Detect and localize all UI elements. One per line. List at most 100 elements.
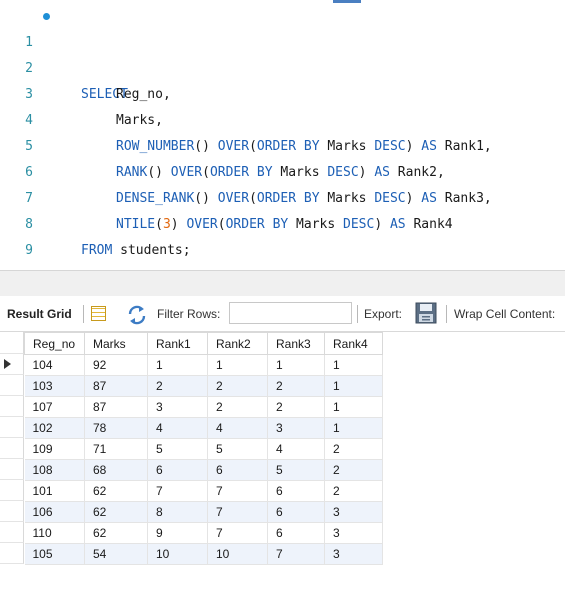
row-header[interactable] <box>0 543 24 564</box>
cell-rank1[interactable]: 4 <box>147 417 208 439</box>
cell-rank3[interactable]: 6 <box>267 501 325 523</box>
cell-marks[interactable]: 87 <box>84 396 148 418</box>
row-header[interactable] <box>0 480 24 501</box>
cell-rank4[interactable]: 3 <box>324 543 383 565</box>
cell-rank1[interactable]: 8 <box>147 501 208 523</box>
cell-rank1[interactable]: 9 <box>147 522 208 544</box>
column-header-rank2[interactable]: Rank2 <box>207 332 268 355</box>
cell-rank4[interactable]: 1 <box>324 354 383 376</box>
cell-rank2[interactable]: 7 <box>207 522 268 544</box>
cell-rank4[interactable]: 2 <box>324 438 383 460</box>
cell-rank1[interactable]: 10 <box>147 543 208 565</box>
cell-rank3[interactable]: 2 <box>267 396 325 418</box>
row-header[interactable] <box>0 375 24 396</box>
cell-rank2[interactable]: 1 <box>207 354 268 376</box>
table-row[interactable]: 104 92 1 1 1 1 <box>24 354 383 376</box>
table-row[interactable]: 109 71 5 5 4 2 <box>24 438 383 460</box>
column-header-rank3[interactable]: Rank3 <box>267 332 325 355</box>
cell-rank3[interactable]: 1 <box>267 354 325 376</box>
cell-reg-no[interactable]: 103 <box>24 375 85 397</box>
cell-reg-no[interactable]: 110 <box>24 522 85 544</box>
table-row[interactable]: 103 87 2 2 2 1 <box>24 375 383 397</box>
cell-marks[interactable]: 87 <box>84 375 148 397</box>
column-header-reg-no[interactable]: Reg_no <box>24 332 85 355</box>
cell-rank2[interactable]: 2 <box>207 396 268 418</box>
cell-rank1[interactable]: 2 <box>147 375 208 397</box>
table-row[interactable]: 101 62 7 7 6 2 <box>24 480 383 502</box>
cell-rank1[interactable]: 5 <box>147 438 208 460</box>
refresh-icon[interactable] <box>126 296 148 332</box>
column-header-rank4[interactable]: Rank4 <box>324 332 383 355</box>
table-row[interactable]: 105 54 10 10 7 3 <box>24 543 383 565</box>
column-header-rank1[interactable]: Rank1 <box>147 332 208 355</box>
code-line-8: 8 FROM students; <box>0 186 565 258</box>
grid-view-icon[interactable] <box>91 306 106 321</box>
cell-rank2[interactable]: 7 <box>207 480 268 502</box>
cell-rank3[interactable]: 4 <box>267 438 325 460</box>
cell-marks[interactable]: 92 <box>84 354 148 376</box>
cell-reg-no[interactable]: 109 <box>24 438 85 460</box>
results-table: Reg_no Marks Rank1 Rank2 Rank3 Rank4 104… <box>24 332 383 565</box>
cell-rank2[interactable]: 4 <box>207 417 268 439</box>
cell-rank1[interactable]: 6 <box>147 459 208 481</box>
cell-marks[interactable]: 68 <box>84 459 148 481</box>
cell-marks[interactable]: 62 <box>84 522 148 544</box>
row-header[interactable] <box>0 522 24 543</box>
cell-rank3[interactable]: 6 <box>267 522 325 544</box>
cell-rank4[interactable]: 1 <box>324 396 383 418</box>
cell-rank4[interactable]: 1 <box>324 375 383 397</box>
result-grid-tab[interactable]: Result Grid <box>7 296 72 332</box>
cell-rank3[interactable]: 3 <box>267 417 325 439</box>
cell-rank3[interactable]: 2 <box>267 375 325 397</box>
cell-rank2[interactable]: 10 <box>207 543 268 565</box>
cell-rank4[interactable]: 2 <box>324 480 383 502</box>
filter-rows-input[interactable] <box>229 302 352 324</box>
cell-rank4[interactable]: 3 <box>324 522 383 544</box>
cell-reg-no[interactable]: 101 <box>24 480 85 502</box>
cell-rank1[interactable]: 3 <box>147 396 208 418</box>
cell-rank2[interactable]: 5 <box>207 438 268 460</box>
cell-reg-no[interactable]: 107 <box>24 396 85 418</box>
row-header[interactable] <box>0 396 24 417</box>
table-row[interactable]: 110 62 9 7 6 3 <box>24 522 383 544</box>
table-row[interactable]: 108 68 6 6 5 2 <box>24 459 383 481</box>
cell-reg-no[interactable]: 104 <box>24 354 85 376</box>
panel-splitter[interactable] <box>0 270 565 296</box>
code-line-4: 4 ROW_NUMBER() OVER(ORDER BY Marks DESC)… <box>0 82 565 154</box>
sql-editor[interactable]: 1 SELECT 2 Reg_no, 3 Marks, 4 ROW_NUMBER… <box>0 0 565 284</box>
table-row[interactable]: 102 78 4 4 3 1 <box>24 417 383 439</box>
row-header-current[interactable] <box>0 354 24 375</box>
cell-marks[interactable]: 62 <box>84 501 148 523</box>
cell-reg-no[interactable]: 105 <box>24 543 85 565</box>
result-grid[interactable]: Reg_no Marks Rank1 Rank2 Rank3 Rank4 104… <box>0 332 565 602</box>
cell-marks[interactable]: 71 <box>84 438 148 460</box>
cell-rank2[interactable]: 6 <box>207 459 268 481</box>
row-header[interactable] <box>0 438 24 459</box>
cell-rank4[interactable]: 1 <box>324 417 383 439</box>
cell-rank3[interactable]: 7 <box>267 543 325 565</box>
table-row[interactable]: 106 62 8 7 6 3 <box>24 501 383 523</box>
code-line-10: 10 <box>0 238 565 284</box>
column-header-marks[interactable]: Marks <box>84 332 148 355</box>
code-line-5: 5 RANK() OVER(ORDER BY Marks DESC) AS Ra… <box>0 108 565 180</box>
row-header[interactable] <box>0 417 24 438</box>
table-row[interactable]: 107 87 3 2 2 1 <box>24 396 383 418</box>
cell-rank4[interactable]: 3 <box>324 501 383 523</box>
cell-reg-no[interactable]: 106 <box>24 501 85 523</box>
row-header[interactable] <box>0 501 24 522</box>
cell-marks[interactable]: 78 <box>84 417 148 439</box>
cell-reg-no[interactable]: 108 <box>24 459 85 481</box>
cell-marks[interactable]: 62 <box>84 480 148 502</box>
export-disk-icon[interactable] <box>415 302 437 324</box>
cell-rank2[interactable]: 7 <box>207 501 268 523</box>
cell-rank1[interactable]: 7 <box>147 480 208 502</box>
cell-rank3[interactable]: 5 <box>267 459 325 481</box>
cell-marks[interactable]: 54 <box>84 543 148 565</box>
cell-reg-no[interactable]: 102 <box>24 417 85 439</box>
cell-rank3[interactable]: 6 <box>267 480 325 502</box>
cell-rank2[interactable]: 2 <box>207 375 268 397</box>
cell-rank4[interactable]: 2 <box>324 459 383 481</box>
row-header[interactable] <box>0 459 24 480</box>
cell-rank1[interactable]: 1 <box>147 354 208 376</box>
wrap-cell-content-label[interactable]: Wrap Cell Content: <box>454 296 555 332</box>
